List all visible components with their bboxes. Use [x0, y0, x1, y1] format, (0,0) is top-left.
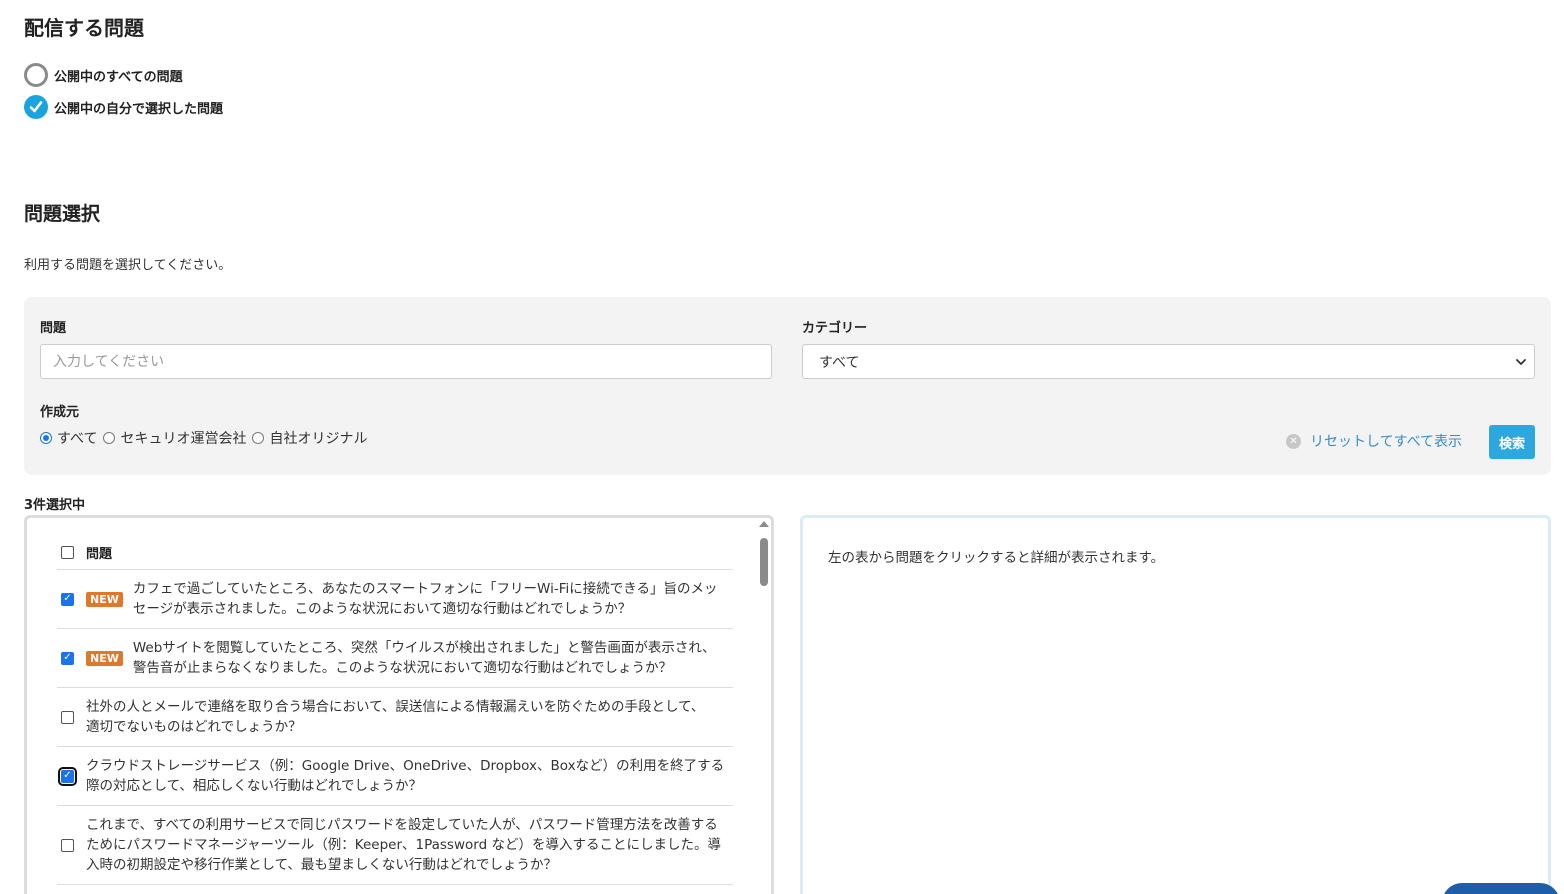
- distribution-option-all[interactable]: 公開中のすべての問題: [24, 63, 183, 87]
- radio-checked-icon[interactable]: [40, 432, 52, 444]
- detail-placeholder: 左の表から問題をクリックすると詳細が表示されます。: [828, 550, 1165, 566]
- column-header-question: 問題: [86, 546, 113, 562]
- source-option-label: すべて: [57, 431, 98, 447]
- question-text: カフェで過ごしていたところ、あなたのスマートフォンに「フリーWi-Fiに接続でき…: [132, 581, 718, 617]
- floating-action-button[interactable]: [1442, 883, 1560, 894]
- checkmark-icon: [29, 101, 43, 113]
- question-search-input[interactable]: [40, 344, 772, 379]
- search-button[interactable]: 検索: [1489, 425, 1535, 459]
- question-text: Webサイトを閲覧していたところ、突然「ウイルスが検出されました」と警告画面が表…: [132, 640, 716, 676]
- question-detail-panel: 左の表から問題をクリックすると詳細が表示されます。: [800, 515, 1551, 894]
- clear-circle-icon: ✕: [1286, 433, 1301, 449]
- row-checkbox[interactable]: [61, 651, 74, 665]
- radio-unchecked-icon[interactable]: [24, 63, 48, 87]
- list-header: 問題: [57, 535, 733, 569]
- row-checkbox[interactable]: [61, 838, 74, 852]
- source-option-original[interactable]: 自社オリジナル: [252, 428, 367, 448]
- distribution-option-selected[interactable]: 公開中の自分で選択した問題: [24, 95, 223, 119]
- distribution-title: 配信する問題: [24, 16, 144, 40]
- scrollbar-thumb[interactable]: [760, 538, 768, 586]
- question-text: これまで、すべての利用サービスで同じパスワードを設定していた人が、パスワード管理…: [86, 817, 721, 873]
- question-filter-label: 問題: [40, 321, 67, 336]
- source-option-vendor[interactable]: セキュリオ運営会社: [103, 428, 246, 448]
- select-all-checkbox[interactable]: [61, 545, 74, 559]
- source-filter-label: 作成元: [40, 405, 80, 420]
- scroll-up-arrow-icon[interactable]: [759, 521, 769, 527]
- table-row[interactable]: これまで、すべての利用サービスで同じパスワードを設定していた人が、パスワード管理…: [57, 805, 733, 885]
- source-option-all[interactable]: すべて: [40, 428, 97, 448]
- reset-link[interactable]: ✕ リセットしてすべて表示: [1286, 431, 1462, 451]
- chevron-down-icon: [1516, 359, 1526, 365]
- radio-checked-icon[interactable]: [24, 95, 48, 119]
- filter-panel: 問題 カテゴリー すべて 作成元 すべて セキュリオ運営会社 自社オリジナル ✕…: [24, 297, 1551, 475]
- new-badge: NEW: [86, 591, 123, 607]
- question-text: クラウドストレージサービス（例：Google Drive、OneDrive、Dr…: [86, 758, 725, 794]
- table-row[interactable]: NEW Webサイトを閲覧していたところ、突然「ウイルスが検出されました」と警告…: [57, 628, 733, 687]
- selected-count: 3件選択中: [24, 498, 86, 513]
- table-row[interactable]: 社外の人とメールで連絡を取り合う場合において、誤送信による情報漏えいを防ぐための…: [57, 687, 733, 746]
- table-row[interactable]: NEW カフェで過ごしていたところ、あなたのスマートフォンに「フリーWi-Fiに…: [57, 569, 733, 628]
- radio-unchecked-icon[interactable]: [103, 432, 116, 444]
- category-filter-label: カテゴリー: [802, 321, 868, 336]
- source-option-label: 自社オリジナル: [269, 431, 368, 447]
- reset-link-label: リセットしてすべて表示: [1310, 434, 1463, 450]
- question-list: 問題 NEW カフェで過ごしていたところ、あなたのスマートフォンに「フリーWi-…: [24, 515, 774, 894]
- source-radio-group: すべて セキュリオ運営会社 自社オリジナル: [40, 428, 373, 448]
- selection-title: 問題選択: [24, 203, 101, 225]
- row-checkbox[interactable]: [58, 766, 77, 786]
- new-badge: NEW: [86, 650, 123, 666]
- table-row[interactable]: クラウドストレージサービス（例：Google Drive、OneDrive、Dr…: [57, 746, 733, 805]
- category-select[interactable]: すべて: [802, 344, 1535, 379]
- distribution-option-label: 公開中のすべての問題: [54, 69, 183, 85]
- source-option-label: セキュリオ運営会社: [120, 431, 247, 447]
- selection-description: 利用する問題を選択してください。: [24, 258, 232, 273]
- category-select-value: すべて: [819, 354, 860, 371]
- radio-unchecked-icon[interactable]: [252, 432, 265, 444]
- question-text: 社外の人とメールで連絡を取り合う場合において、誤送信による情報漏えいを防ぐための…: [86, 699, 705, 735]
- distribution-option-label: 公開中の自分で選択した問題: [54, 101, 224, 117]
- row-checkbox[interactable]: [61, 592, 74, 606]
- row-checkbox[interactable]: [61, 710, 74, 724]
